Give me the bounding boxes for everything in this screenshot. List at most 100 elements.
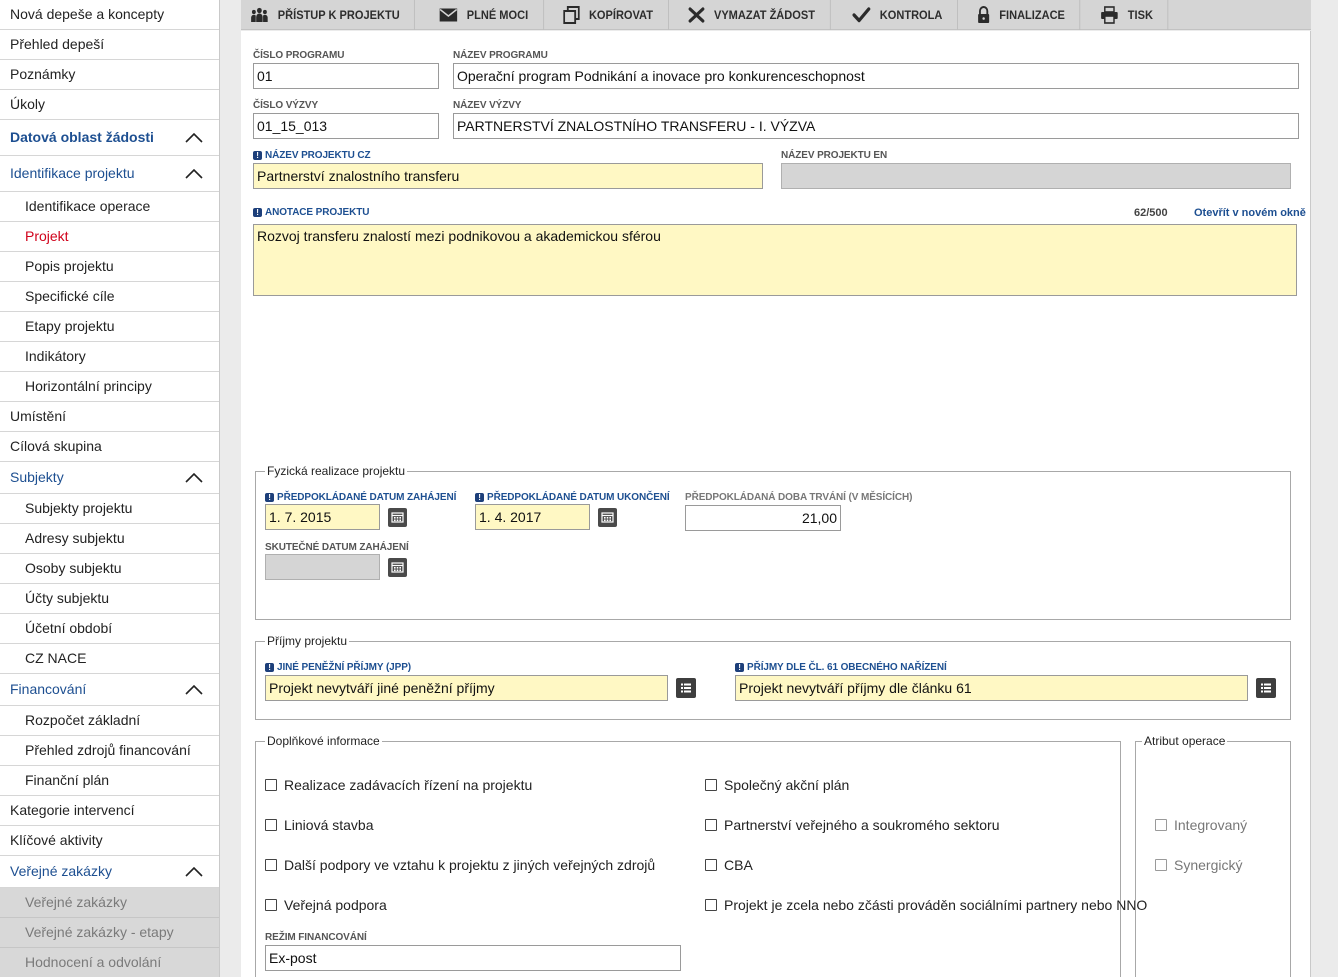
checkbox-ppp[interactable]: Partnerství veřejného a soukromého sekto…	[705, 817, 999, 833]
other-income-field[interactable]: Projekt nevytváří jiné peněžní příjmy	[265, 675, 668, 701]
planned-start-date-field[interactable]: 1. 7. 2015	[265, 504, 380, 530]
sidebar-item-operation-identification[interactable]: Identifikace operace	[0, 192, 219, 222]
art61-income-field[interactable]: Projekt nevytváří příjmy dle článku 61	[735, 675, 1248, 701]
program-name-field[interactable]: Operační program Podnikání a inovace pro…	[453, 63, 1299, 89]
toolbar-button-label: PŘÍSTUP K PROJEKTU	[277, 8, 400, 22]
sidebar-item-financial-plan[interactable]: Finanční plán	[0, 766, 219, 796]
calendar-icon[interactable]	[388, 508, 407, 527]
program-number-field[interactable]: 01	[253, 63, 439, 89]
sidebar-item-messages-overview[interactable]: Přehled depeší	[0, 30, 219, 60]
calendar-icon[interactable]	[388, 558, 407, 577]
checkbox-box[interactable]	[705, 819, 717, 831]
open-in-new-window-link[interactable]: Otevřít v novém okně	[1194, 207, 1306, 219]
list-select-icon[interactable]	[676, 678, 696, 698]
actual-start-date-field[interactable]	[265, 554, 380, 580]
sidebar-item-subject-accounts[interactable]: Účty subjektu	[0, 584, 219, 614]
checkbox-linear-construction[interactable]: Liniová stavba	[265, 817, 374, 833]
sidebar-item-location[interactable]: Umístění	[0, 402, 219, 432]
chevron-up-icon[interactable]	[185, 168, 203, 179]
planned-end-date-field[interactable]: 1. 4. 2017	[475, 504, 590, 530]
toolbar-button-label: PLNÉ MOCI	[467, 8, 529, 22]
sidebar-item-label: Subjekty projektu	[25, 500, 133, 516]
chevron-up-icon[interactable]	[185, 684, 203, 695]
sidebar-item-basic-budget[interactable]: Rozpočet základní	[0, 706, 219, 736]
project-name-cz-label: ! NÁZEV PROJEKTU CZ	[253, 150, 371, 161]
sidebar-item-subject-addresses[interactable]: Adresy subjektu	[0, 524, 219, 554]
checkbox-box	[1155, 819, 1167, 831]
sidebar-item-notes[interactable]: Poznámky	[0, 60, 219, 90]
program-number-label: ČÍSLO PROGRAMU	[253, 50, 345, 61]
annotation-textarea[interactable]: Rozvoj transferu znalostí mezi podnikovo…	[253, 224, 1297, 296]
sidebar-item-financing-sources[interactable]: Přehled zdrojů financování	[0, 736, 219, 766]
sidebar-section-project-identification[interactable]: Identifikace projektu	[0, 156, 219, 192]
sidebar-item-target-group[interactable]: Cílová skupina	[0, 432, 219, 462]
sidebar-section-public-procurement[interactable]: Veřejné zakázky	[0, 856, 219, 888]
sidebar-section-subjects[interactable]: Subjekty	[0, 462, 219, 494]
sidebar-item-cz-nace[interactable]: CZ NACE	[0, 644, 219, 674]
check-button[interactable]: KONTROLA	[843, 0, 959, 30]
checkbox-box[interactable]	[265, 859, 277, 871]
sidebar-section-financing[interactable]: Financování	[0, 674, 219, 706]
call-number-label: ČÍSLO VÝZVY	[253, 100, 319, 111]
finalize-button[interactable]: FINALIZACE	[968, 0, 1082, 30]
checkbox-social-partners[interactable]: Projekt je zcela nebo zčásti prováděn so…	[705, 897, 1147, 913]
chevron-up-icon[interactable]	[185, 472, 203, 483]
sidebar-item-label: Poznámky	[10, 66, 76, 82]
users-icon	[251, 7, 268, 22]
sidebar-item-intervention-categories[interactable]: Kategorie intervencí	[0, 796, 219, 826]
list-select-icon[interactable]	[1256, 678, 1276, 698]
project-access-button[interactable]: PŘÍSTUP K PROJEKTU	[241, 0, 416, 30]
checkbox-procurement[interactable]: Realizace zadávacích řízení na projektu	[265, 777, 532, 793]
checkbox-box[interactable]	[265, 899, 277, 911]
sidebar-item-label: Klíčové aktivity	[10, 832, 103, 848]
sidebar-item-label: Adresy subjektu	[25, 530, 125, 546]
sidebar-item-project-subjects[interactable]: Subjekty projektu	[0, 494, 219, 524]
program-name-label: NÁZEV PROGRAMU	[453, 50, 548, 61]
planned-duration-field[interactable]: 21,00	[685, 505, 841, 531]
financing-mode-field[interactable]: Ex-post	[265, 945, 681, 971]
call-number-field[interactable]: 01_15_013	[253, 113, 439, 139]
checkbox-joint-action-plan[interactable]: Společný akční plán	[705, 777, 849, 793]
sidebar-item-subject-persons[interactable]: Osoby subjektu	[0, 554, 219, 584]
sidebar-item-public-procurement: Veřejné zakázky	[0, 888, 219, 918]
chevron-up-icon[interactable]	[185, 866, 203, 877]
sidebar-item-label: Hodnocení a odvolání	[25, 954, 162, 970]
calendar-icon[interactable]	[598, 508, 617, 527]
checkbox-box[interactable]	[265, 819, 277, 831]
sidebar-item-horizontal-principles[interactable]: Horizontální principy	[0, 372, 219, 402]
sidebar-item-tasks[interactable]: Úkoly	[0, 90, 219, 120]
checkbox-cba[interactable]: CBA	[705, 857, 753, 873]
sidebar-item-project[interactable]: Projekt	[0, 222, 219, 252]
call-name-field[interactable]: PARTNERSTVÍ ZNALOSTNÍHO TRANSFERU - I. V…	[453, 113, 1299, 139]
checkbox-box[interactable]	[705, 859, 717, 871]
sidebar-item-label: Subjekty	[10, 469, 64, 485]
delete-application-button[interactable]: VYMAZAT ŽÁDOST	[679, 0, 831, 30]
sidebar-item-project-description[interactable]: Popis projektu	[0, 252, 219, 282]
power-of-attorney-button[interactable]: PLNÉ MOCI	[430, 0, 545, 30]
operation-attribute-legend: Atribut operace	[1144, 734, 1226, 748]
checkbox-box[interactable]	[265, 779, 277, 791]
checkbox-state-aid[interactable]: Veřejná podpora	[265, 897, 387, 913]
sidebar-item-accounting-period[interactable]: Účetní období	[0, 614, 219, 644]
sidebar-item-specific-goals[interactable]: Specifické cíle	[0, 282, 219, 312]
print-button[interactable]: TISK	[1091, 0, 1169, 30]
planned-start-label: ! PŘEDPOKLÁDANÉ DATUM ZAHÁJENÍ	[265, 492, 456, 503]
checkbox-box[interactable]	[705, 779, 717, 791]
chevron-up-icon[interactable]	[185, 132, 203, 143]
planned-end-label: ! PŘEDPOKLÁDANÉ DATUM UKONČENÍ	[475, 492, 670, 503]
required-icon: !	[265, 493, 274, 502]
project-name-cz-field[interactable]: Partnerství znalostního transferu	[253, 163, 763, 189]
project-name-en-field[interactable]	[781, 163, 1291, 189]
checkbox-other-public-support[interactable]: Další podpory ve vztahu k projektu z jin…	[265, 857, 655, 873]
sidebar-item-project-stages[interactable]: Etapy projektu	[0, 312, 219, 342]
envelope-icon	[440, 8, 458, 22]
sidebar-section-application-data[interactable]: Datová oblast žádosti	[0, 120, 219, 156]
sidebar-item-new-message[interactable]: Nová depeše a koncepty	[0, 0, 219, 30]
sidebar-item-label: Projekt	[25, 228, 69, 244]
copy-button[interactable]: KOPÍROVAT	[554, 0, 669, 30]
sidebar-item-label: Přehled zdrojů financování	[25, 742, 191, 758]
annotation-char-counter: 62/500	[1134, 207, 1168, 219]
sidebar-item-key-activities[interactable]: Klíčové aktivity	[0, 826, 219, 856]
checkbox-box[interactable]	[705, 899, 717, 911]
sidebar-item-indicators[interactable]: Indikátory	[0, 342, 219, 372]
